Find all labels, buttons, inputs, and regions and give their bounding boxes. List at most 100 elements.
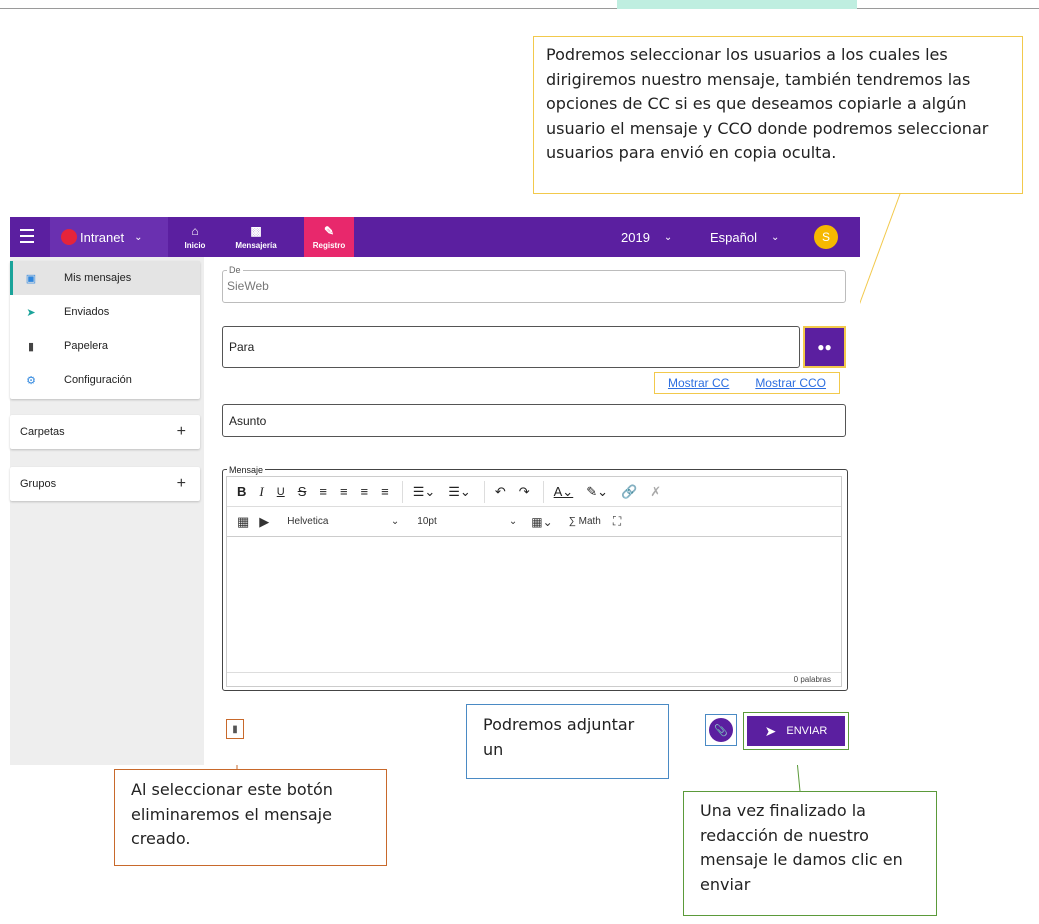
bullet-list-icon[interactable]: ☰⌄ xyxy=(413,484,436,500)
show-cc-link[interactable]: Mostrar CC xyxy=(668,376,729,390)
align-left-icon[interactable]: ≡ xyxy=(319,484,327,499)
toolbar-divider xyxy=(483,480,485,503)
app-logo-icon xyxy=(61,229,77,245)
editor-toolbar-2: ▦ ▶ Helvetica ⌄ 10pt ⌄ ▦⌄ ∑ Math ⛶ xyxy=(227,507,841,537)
font-family-value: Helvetica xyxy=(287,516,329,527)
delete-button[interactable]: ▮ xyxy=(226,719,244,739)
sidebar-item-label: Mis mensajes xyxy=(64,272,132,284)
nav-label: Registro xyxy=(312,240,346,250)
math-button[interactable]: ∑ Math xyxy=(569,516,601,527)
trash-icon: ▮ xyxy=(232,723,238,735)
align-center-icon[interactable]: ≡ xyxy=(340,484,348,499)
sidebar: ▣ Mis mensajes ➤ Enviados ▮ Papelera ⚙ C… xyxy=(10,257,204,765)
editor-body[interactable] xyxy=(227,537,841,674)
nav-inicio[interactable]: ⌂ Inicio xyxy=(176,217,214,257)
inbox-icon: ▩ xyxy=(250,223,262,238)
cc-links: Mostrar CC Mostrar CCO xyxy=(654,372,840,394)
rich-text-editor: B I U S ≡ ≡ ≡ ≡ ☰⌄ ☰⌄ ↶ ↷ A⌄ ✎⌄ 🔗 ✗ ▦ ▶ … xyxy=(226,476,842,687)
nav-label: Inicio xyxy=(184,240,206,250)
sidebar-item-configuracion[interactable]: ⚙ Configuración xyxy=(10,363,200,397)
year-selector[interactable]: 2019 ⌄ xyxy=(621,217,672,257)
sidebar-item-mis-mensajes[interactable]: ▣ Mis mensajes xyxy=(10,261,200,295)
font-size-select[interactable]: 10pt ⌄ xyxy=(417,516,517,527)
add-folder-icon[interactable]: + xyxy=(177,423,186,441)
media-icon[interactable]: ▶ xyxy=(259,514,269,530)
bold-icon[interactable]: B xyxy=(237,484,246,499)
year-value: 2019 xyxy=(621,229,650,245)
app-window: Intranet ⌄ ⌂ Inicio ▩ Mensajería ✎ Regis… xyxy=(10,217,860,765)
chevron-down-icon: ⌄ xyxy=(770,231,780,243)
chevron-down-icon: ⌄ xyxy=(134,231,143,243)
font-size-value: 10pt xyxy=(417,516,437,527)
toolbar-divider xyxy=(401,480,403,503)
callout-delete: Al seleccionar este botón eliminaremos e… xyxy=(114,769,387,866)
app-switcher[interactable]: Intranet ⌄ xyxy=(50,217,168,257)
to-field[interactable]: Para xyxy=(222,326,800,368)
send-label: ENVIAR xyxy=(786,725,828,737)
strikethrough-icon[interactable]: S xyxy=(298,484,307,499)
top-navbar: Intranet ⌄ ⌂ Inicio ▩ Mensajería ✎ Regis… xyxy=(10,217,860,257)
redo-icon[interactable]: ↷ xyxy=(519,484,530,500)
page: Podremos seleccionar los usuarios a los … xyxy=(0,0,1039,924)
image-icon[interactable]: ▦ xyxy=(237,514,249,530)
nav-registro[interactable]: ✎ Registro xyxy=(304,217,354,257)
undo-icon[interactable]: ↶ xyxy=(495,484,506,500)
language-value: Español xyxy=(710,229,757,245)
chevron-down-icon: ⌄ xyxy=(663,231,673,243)
nav-mensajeria[interactable]: ▩ Mensajería xyxy=(226,217,286,257)
message-legend: Mensaje xyxy=(227,464,266,476)
groups-section[interactable]: Grupos + xyxy=(10,467,200,501)
word-count: 0 palabras xyxy=(227,672,841,686)
mail-menu: ▣ Mis mensajes ➤ Enviados ▮ Papelera ⚙ C… xyxy=(10,261,200,399)
paperclip-icon: 📎 xyxy=(709,718,733,742)
fullscreen-icon[interactable]: ⛶ xyxy=(613,514,621,529)
from-field: De SieWeb xyxy=(222,264,846,303)
add-group-icon[interactable]: + xyxy=(177,475,186,493)
gear-icon: ⚙ xyxy=(26,374,36,387)
edit-icon: ✎ xyxy=(323,223,335,238)
send-icon: ➤ xyxy=(764,722,777,739)
app-name: Intranet xyxy=(80,229,125,245)
send-button-highlight: ➤ ENVIAR xyxy=(743,712,849,750)
callout-recipients: Podremos seleccionar los usuarios a los … xyxy=(533,36,1023,194)
italic-icon[interactable]: I xyxy=(259,484,263,500)
justify-icon[interactable]: ≡ xyxy=(381,484,389,499)
unlink-icon[interactable]: ✗ xyxy=(650,484,661,500)
chevron-down-icon: ⌄ xyxy=(390,516,400,527)
subject-field[interactable]: Asunto xyxy=(222,404,846,437)
underline-icon[interactable]: U xyxy=(277,486,285,498)
folders-section[interactable]: Carpetas + xyxy=(10,415,200,449)
trash-icon: ▮ xyxy=(27,340,35,353)
math-label: Math xyxy=(578,516,601,527)
sidebar-item-label: Enviados xyxy=(64,306,110,318)
highlight-icon[interactable]: ✎⌄ xyxy=(586,484,608,500)
message-field: Mensaje B I U S ≡ ≡ ≡ ≡ ☰⌄ ☰⌄ ↶ ↷ A⌄ ✎⌄ … xyxy=(222,464,848,691)
sidebar-item-papelera[interactable]: ▮ Papelera xyxy=(10,329,200,363)
table-icon[interactable]: ▦⌄ xyxy=(531,515,552,529)
avatar[interactable]: S xyxy=(814,225,838,249)
language-selector[interactable]: Español ⌄ xyxy=(700,217,796,257)
font-family-select[interactable]: Helvetica ⌄ xyxy=(287,516,399,527)
chevron-down-icon: ⌄ xyxy=(508,516,518,527)
send-button[interactable]: ➤ ENVIAR xyxy=(747,716,845,746)
sidebar-item-label: Papelera xyxy=(64,340,109,352)
groups-label: Grupos xyxy=(20,478,57,490)
link-icon[interactable]: 🔗 xyxy=(621,484,637,500)
select-users-button[interactable]: ●● xyxy=(803,326,846,368)
sidebar-item-enviados[interactable]: ➤ Enviados xyxy=(10,295,200,329)
from-value: SieWeb xyxy=(227,279,269,293)
callout-attach: Podremos adjuntar un xyxy=(466,704,669,779)
show-cco-link[interactable]: Mostrar CCO xyxy=(755,376,826,390)
align-right-icon[interactable]: ≡ xyxy=(361,484,369,499)
folders-label: Carpetas xyxy=(20,426,65,438)
users-icon: ●● xyxy=(817,340,832,354)
editor-toolbar: B I U S ≡ ≡ ≡ ≡ ☰⌄ ☰⌄ ↶ ↷ A⌄ ✎⌄ 🔗 ✗ xyxy=(227,477,841,507)
attach-button[interactable]: 📎 xyxy=(705,714,737,746)
callout-send: Una vez finalizado la redacción de nuest… xyxy=(683,791,937,916)
text-color-icon[interactable]: A⌄ xyxy=(554,484,574,500)
send-icon: ➤ xyxy=(26,306,36,319)
home-icon: ⌂ xyxy=(191,223,199,238)
inbox-icon: ▣ xyxy=(25,272,37,285)
numbered-list-icon[interactable]: ☰⌄ xyxy=(448,484,471,500)
menu-icon[interactable] xyxy=(20,229,34,243)
